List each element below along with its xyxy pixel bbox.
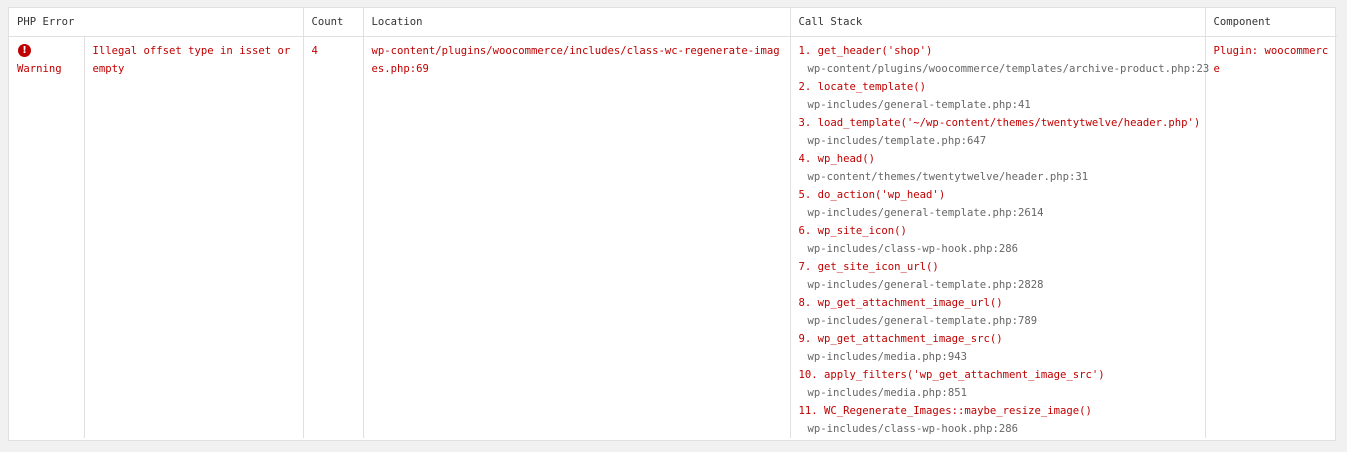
call-stack-function: 4. wp_head() bbox=[798, 152, 876, 165]
table-header-row: PHP Error Count Location Call Stack Comp… bbox=[9, 8, 1337, 37]
call-stack-function: 3. load_template('~/wp-content/themes/tw… bbox=[798, 116, 1201, 129]
call-stack-file-link[interactable]: wp-includes/general-template.php:2828 bbox=[799, 276, 1197, 294]
call-stack-file-link[interactable]: wp-includes/class-wp-hook.php:286 bbox=[799, 420, 1197, 438]
component-cell: Plugin: woocommerce bbox=[1204, 36, 1337, 438]
call-stack-cell: 1. get_header('shop') wp-content/plugins/… bbox=[789, 36, 1210, 438]
call-stack-file-link[interactable]: wp-content/themes/twentytwelve/header.ph… bbox=[799, 168, 1197, 186]
call-stack-file-link[interactable]: wp-includes/template.php:647 bbox=[799, 132, 1197, 150]
call-stack-frame: 7. get_site_icon_url() wp-includes/genera… bbox=[799, 258, 1197, 294]
error-type-label: Warning bbox=[17, 62, 62, 75]
call-stack-frame: 1. get_header('shop') wp-content/plugins/… bbox=[798, 42, 1210, 78]
call-stack-frame: 6. wp_site_icon() wp-includes/class-wp-ho… bbox=[799, 222, 1197, 258]
call-stack-file-link[interactable]: wp-includes/class-wp-hook.php:286 bbox=[799, 240, 1197, 258]
call-stack-function: 8. wp_get_attachment_image_url() bbox=[798, 296, 1003, 309]
call-stack-file-link[interactable]: wp-includes/general-template.php:41 bbox=[799, 96, 1197, 114]
call-stack-function: 6. wp_site_icon() bbox=[798, 224, 907, 237]
call-stack-frame: 11. WC_Regenerate_Images::maybe_resize_i… bbox=[799, 402, 1197, 438]
php-errors-panel: PHP Error Count Location Call Stack Comp… bbox=[8, 7, 1337, 441]
column-header-location: Location bbox=[362, 8, 790, 37]
call-stack-function: 9. wp_get_attachment_image_src() bbox=[798, 332, 1003, 345]
call-stack-function: 10. apply_filters('wp_get_attachment_ima… bbox=[798, 368, 1105, 381]
call-stack-frame: 2. locate_template() wp-includes/general-… bbox=[799, 78, 1197, 114]
call-stack-frame: 8. wp_get_attachment_image_url() wp-inclu… bbox=[799, 294, 1197, 330]
column-header-count[interactable]: Count bbox=[302, 8, 363, 37]
call-stack-frame: 5. do_action('wp_head') wp-includes/gener… bbox=[799, 186, 1197, 222]
call-stack-frame: 3. load_template('~/wp-content/themes/tw… bbox=[798, 114, 1201, 150]
error-message-cell: Illegal offset type in isset or empty bbox=[83, 36, 303, 438]
call-stack-file-link[interactable]: wp-includes/media.php:851 bbox=[799, 384, 1197, 402]
error-location-cell[interactable]: wp-content/plugins/woocommerce/includes/… bbox=[362, 36, 790, 438]
call-stack-frame: 4. wp_head() wp-content/themes/twentytwel… bbox=[799, 150, 1197, 186]
call-stack-function: 11. WC_Regenerate_Images::maybe_resize_i… bbox=[798, 404, 1092, 417]
exclamation-circle-icon: ! bbox=[18, 43, 31, 57]
call-stack-file-link[interactable]: wp-content/plugins/woocommerce/templates… bbox=[799, 60, 1210, 78]
call-stack-frame: 9. wp_get_attachment_image_src() wp-inclu… bbox=[799, 330, 1197, 366]
call-stack-function: 5. do_action('wp_head') bbox=[798, 188, 946, 201]
call-stack-function: 2. locate_template() bbox=[798, 80, 927, 93]
table-row: ! Warning Illegal offset type in isset o… bbox=[9, 36, 1337, 438]
call-stack-frame: 10. apply_filters('wp_get_attachment_ima… bbox=[799, 366, 1197, 402]
php-errors-table: PHP Error Count Location Call Stack Comp… bbox=[9, 8, 1337, 438]
column-header-component[interactable]: Component bbox=[1204, 8, 1337, 37]
call-stack-function: 7. get_site_icon_url() bbox=[798, 260, 939, 273]
call-stack-file-link[interactable]: wp-includes/general-template.php:789 bbox=[799, 312, 1197, 330]
call-stack-list: 1. get_header('shop') wp-content/plugins/… bbox=[798, 42, 1210, 438]
call-stack-file-link[interactable]: wp-includes/general-template.php:2614 bbox=[799, 204, 1197, 222]
error-type-cell: ! Warning bbox=[9, 36, 84, 438]
column-header-php-error[interactable]: PHP Error bbox=[9, 8, 303, 37]
column-header-call-stack: Call Stack bbox=[789, 8, 1205, 37]
call-stack-function: 1. get_header('shop') bbox=[798, 44, 933, 57]
call-stack-file-link[interactable]: wp-includes/media.php:943 bbox=[799, 348, 1197, 366]
error-count-cell: 4 bbox=[302, 36, 363, 438]
